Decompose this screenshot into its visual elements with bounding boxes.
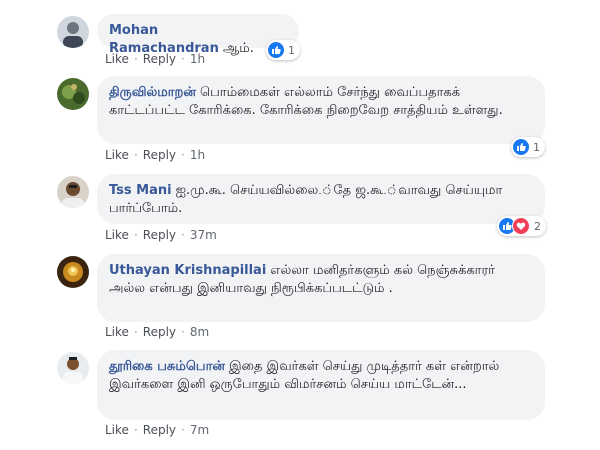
like-link[interactable]: Like <box>105 148 129 162</box>
timestamp[interactable]: 8m <box>190 325 209 339</box>
comment-bubble: Tss Mani ஐ.மு.கூ. செய்யவில்லை.்தே ஜ.கூ.்வ… <box>97 174 545 224</box>
comment-actions: Like · Reply · 8m <box>105 325 209 339</box>
reaction-count[interactable]: 1 <box>266 40 300 60</box>
separator: · <box>133 52 138 66</box>
like-reaction-icon <box>513 139 529 155</box>
comment-actions: Like · Reply · 1h <box>105 52 205 66</box>
comment-author[interactable]: திருவில்மாறன் <box>109 85 196 100</box>
separator: · <box>133 148 138 162</box>
reply-link[interactable]: Reply <box>143 228 176 242</box>
reaction-count-label: 1 <box>533 140 540 154</box>
reply-link[interactable]: Reply <box>143 148 176 162</box>
like-link[interactable]: Like <box>105 325 129 339</box>
avatar[interactable] <box>57 176 89 208</box>
timestamp[interactable]: 1h <box>190 52 205 66</box>
timestamp[interactable]: 37m <box>190 228 217 242</box>
love-reaction-icon <box>512 217 530 235</box>
reaction-count-label: 1 <box>288 43 295 57</box>
reaction-count[interactable]: 2 <box>497 216 546 236</box>
avatar[interactable] <box>57 256 89 288</box>
comment-author[interactable]: Uthayan Krishnapillai <box>109 263 266 278</box>
reaction-count[interactable]: 1 <box>511 137 545 157</box>
comment-text: ஆம். <box>222 41 254 56</box>
separator: · <box>181 228 185 242</box>
separator: · <box>133 228 138 242</box>
like-reaction-icon <box>268 42 284 58</box>
reply-link[interactable]: Reply <box>143 325 176 339</box>
comment-actions: Like · Reply · 37m <box>105 228 217 242</box>
separator: · <box>181 423 185 437</box>
separator: · <box>181 52 185 66</box>
separator: · <box>181 325 185 339</box>
reply-link[interactable]: Reply <box>143 52 176 66</box>
like-link[interactable]: Like <box>105 228 129 242</box>
like-link[interactable]: Like <box>105 423 129 437</box>
comment-bubble: Uthayan Krishnapillai எல்லா மனிதர்களும் க… <box>97 254 545 322</box>
comment-author[interactable]: தூரிகை பசும்பொன் <box>109 359 225 374</box>
timestamp[interactable]: 1h <box>190 148 205 162</box>
comment-bubble: திருவில்மாறன் பொம்மைகள் எல்லாம் சேர்ந்து … <box>97 76 545 144</box>
comment-actions: Like · Reply · 7m <box>105 423 209 437</box>
comment-bubble: தூரிகை பசும்பொன் இதை இவர்கள் செய்து முடித… <box>97 350 545 420</box>
separator: · <box>181 148 185 162</box>
reaction-count-label: 2 <box>534 219 541 233</box>
separator: · <box>133 423 138 437</box>
reply-link[interactable]: Reply <box>143 423 176 437</box>
comment-actions: Like · Reply · 1h <box>105 148 205 162</box>
comment-author[interactable]: Tss Mani <box>109 183 172 198</box>
separator: · <box>133 325 138 339</box>
avatar[interactable] <box>57 352 89 384</box>
avatar[interactable] <box>57 78 89 110</box>
like-link[interactable]: Like <box>105 52 129 66</box>
avatar[interactable] <box>57 16 89 48</box>
timestamp[interactable]: 7m <box>190 423 209 437</box>
